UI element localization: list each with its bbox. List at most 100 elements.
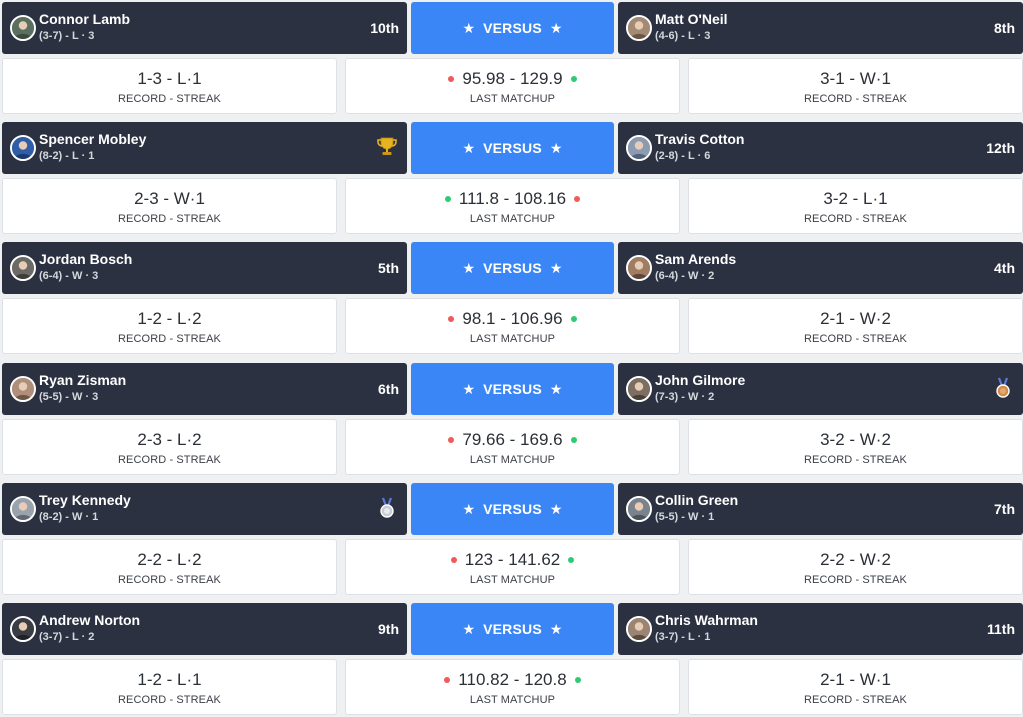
versus-button[interactable]: ★ VERSUS ★	[411, 483, 614, 535]
last-matchup-card[interactable]: 98.1 - 106.96 LAST MATCHUP	[345, 298, 680, 354]
avatar	[626, 255, 652, 281]
team-name[interactable]: Matt O'Neil	[655, 11, 728, 27]
avatar	[626, 135, 652, 161]
team-rank: 12th	[986, 140, 1015, 156]
record-streak-label: RECORD - STREAK	[118, 574, 221, 586]
h2h-record: 2-3 - L·2	[137, 430, 202, 449]
team-bar-left[interactable]: Spencer Mobley (8-2) - L · 1	[2, 122, 407, 174]
versus-button[interactable]: ★ VERSUS ★	[411, 242, 614, 294]
record-streak-card-left: 1-2 - L·2 RECORD - STREAK	[2, 298, 337, 354]
record-streak-label: RECORD - STREAK	[118, 333, 221, 345]
team-name[interactable]: John Gilmore	[655, 372, 745, 388]
record-streak-card-right: 3-2 - W·2 RECORD - STREAK	[688, 419, 1023, 475]
team-bar-right[interactable]: John Gilmore (7-3) - W · 2	[618, 363, 1023, 415]
last-matchup-label: LAST MATCHUP	[469, 93, 556, 105]
silver-medal-icon	[375, 496, 399, 520]
record-streak-label: RECORD - STREAK	[118, 213, 221, 225]
star-icon: ★	[549, 260, 563, 276]
team-name[interactable]: Spencer Mobley	[39, 131, 146, 147]
last-matchup-card[interactable]: 95.98 - 129.9 LAST MATCHUP	[345, 58, 680, 114]
last-matchup-score: 111.8 - 108.16	[346, 189, 679, 209]
loss-dot	[448, 76, 455, 82]
team-record: (3-7) - L · 3	[39, 30, 95, 42]
record-streak-card-left: 2-2 - L·2 RECORD - STREAK	[2, 539, 337, 595]
win-dot	[444, 196, 451, 202]
team-record: (5-5) - W · 1	[655, 511, 715, 523]
matchup-row: Andrew Norton (3-7) - L · 2 9th ★ VERSUS ★ Chr…	[0, 601, 1023, 716]
team-bar-left[interactable]: Andrew Norton (3-7) - L · 2 9th	[2, 603, 407, 655]
avatar	[10, 135, 36, 161]
last-matchup-card[interactable]: 110.82 - 120.8 LAST MATCHUP	[345, 659, 680, 715]
versus-button[interactable]: ★ VERSUS ★	[411, 2, 614, 54]
team-name[interactable]: Chris Wahrman	[655, 612, 758, 628]
right-score: 141.62	[508, 550, 561, 569]
team-record: (8-2) - L · 1	[39, 150, 95, 162]
h2h-record: 2-1 - W·1	[820, 670, 891, 689]
loss-dot	[444, 677, 451, 683]
win-dot	[574, 677, 581, 683]
team-rank: 6th	[378, 381, 399, 397]
loss-dot	[450, 557, 457, 563]
team-name[interactable]: Connor Lamb	[39, 11, 130, 27]
star-icon: ★	[549, 140, 563, 156]
team-bar-left[interactable]: Ryan Zisman (5-5) - W · 3 6th	[2, 363, 407, 415]
team-rank: 11th	[986, 621, 1015, 637]
team-name[interactable]: Sam Arends	[655, 251, 736, 267]
team-record: (3-7) - L · 1	[655, 631, 711, 643]
team-name[interactable]: Collin Green	[655, 492, 738, 508]
team-name[interactable]: Ryan Zisman	[39, 372, 126, 388]
team-rank: 5th	[378, 260, 399, 276]
last-matchup-score: 123 - 141.62	[346, 550, 679, 570]
versus-button[interactable]: ★ VERSUS ★	[411, 603, 614, 655]
last-matchup-card[interactable]: 123 - 141.62 LAST MATCHUP	[345, 539, 680, 595]
versus-button[interactable]: ★ VERSUS ★	[411, 363, 614, 415]
team-bar-left[interactable]: Jordan Bosch (6-4) - W · 3 5th	[2, 242, 407, 294]
avatar	[10, 496, 36, 522]
loss-dot	[574, 196, 581, 202]
team-bar-right[interactable]: Collin Green (5-5) - W · 1 7th	[618, 483, 1023, 535]
h2h-record: 3-2 - L·1	[823, 189, 888, 208]
win-dot	[570, 76, 577, 82]
record-streak-card-right: 3-1 - W·1 RECORD - STREAK	[688, 58, 1023, 114]
avatar	[10, 15, 36, 41]
star-icon: ★	[462, 621, 476, 637]
right-score: 106.96	[510, 309, 563, 328]
h2h-record: 1-2 - L·2	[137, 309, 202, 328]
last-matchup-score: 110.82 - 120.8	[346, 670, 679, 690]
star-icon: ★	[462, 381, 476, 397]
team-bar-right[interactable]: Chris Wahrman (3-7) - L · 1 11th	[618, 603, 1023, 655]
team-bar-right[interactable]: Sam Arends (6-4) - W · 2 4th	[618, 242, 1023, 294]
h2h-record: 2-1 - W·2	[820, 309, 891, 328]
win-dot	[570, 316, 577, 322]
team-record: (2-8) - L · 6	[655, 150, 711, 162]
record-streak-label: RECORD - STREAK	[118, 454, 221, 466]
star-icon: ★	[549, 20, 563, 36]
matchup-row: Ryan Zisman (5-5) - W · 3 6th ★ VERSUS ★ John …	[0, 361, 1023, 476]
left-score: 95.98	[462, 69, 505, 88]
team-name[interactable]: Travis Cotton	[655, 131, 744, 147]
team-bar-right[interactable]: Travis Cotton (2-8) - L · 6 12th	[618, 122, 1023, 174]
last-matchup-card[interactable]: 111.8 - 108.16 LAST MATCHUP	[345, 178, 680, 234]
record-streak-label: RECORD - STREAK	[118, 694, 221, 706]
team-rank: 7th	[994, 501, 1015, 517]
avatar	[10, 376, 36, 402]
team-rank: 10th	[370, 20, 399, 36]
versus-label: VERSUS	[483, 501, 542, 517]
versus-label: VERSUS	[483, 260, 542, 276]
last-matchup-card[interactable]: 79.66 - 169.6 LAST MATCHUP	[345, 419, 680, 475]
h2h-record: 1-3 - L·1	[137, 69, 202, 88]
team-name[interactable]: Trey Kennedy	[39, 492, 131, 508]
record-streak-label: RECORD - STREAK	[804, 694, 907, 706]
loss-dot	[448, 437, 455, 443]
team-name[interactable]: Jordan Bosch	[39, 251, 132, 267]
team-name[interactable]: Andrew Norton	[39, 612, 140, 628]
versus-button[interactable]: ★ VERSUS ★	[411, 122, 614, 174]
star-icon: ★	[462, 501, 476, 517]
left-score: 110.82	[458, 670, 510, 689]
h2h-record: 3-2 - W·2	[820, 430, 891, 449]
versus-label: VERSUS	[483, 140, 542, 156]
team-bar-left[interactable]: Trey Kennedy (8-2) - W · 1	[2, 483, 407, 535]
h2h-record: 2-3 - W·1	[134, 189, 205, 208]
team-bar-right[interactable]: Matt O'Neil (4-6) - L · 3 8th	[618, 2, 1023, 54]
team-bar-left[interactable]: Connor Lamb (3-7) - L · 3 10th	[2, 2, 407, 54]
